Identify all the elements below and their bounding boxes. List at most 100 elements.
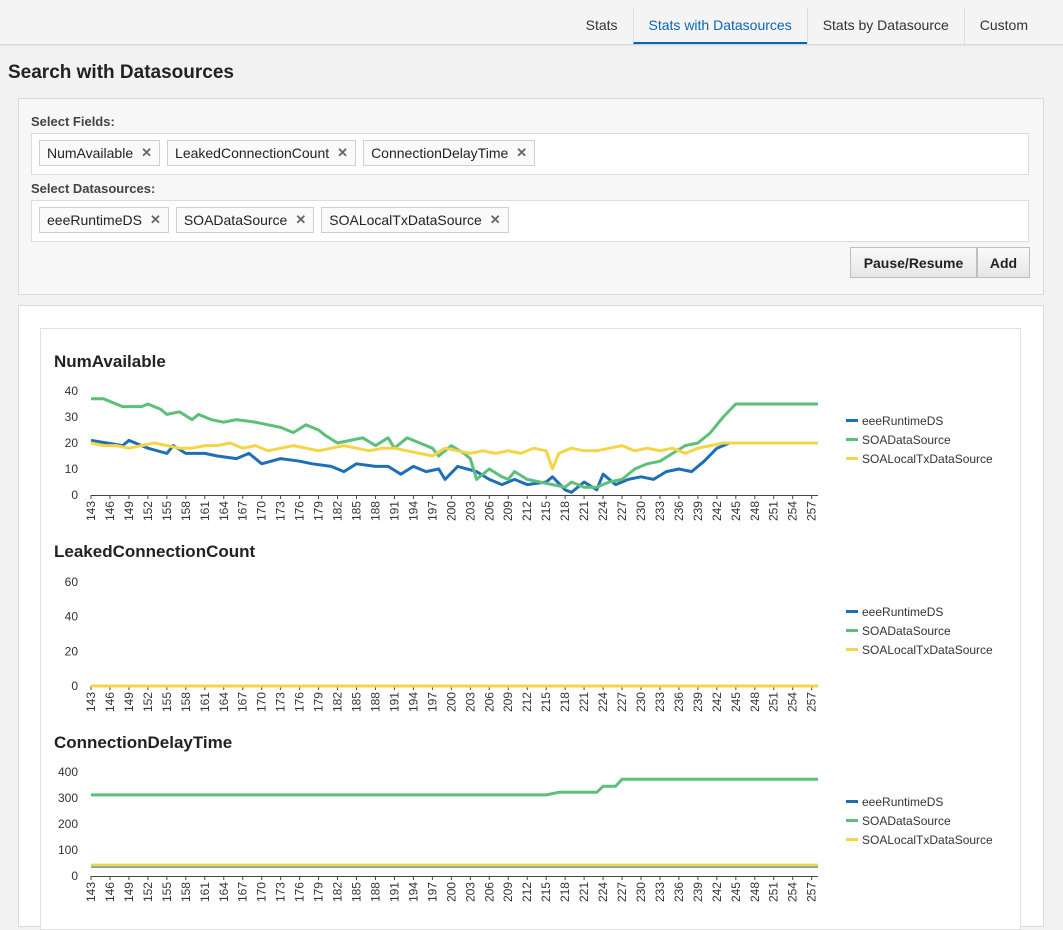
x-tick-label: 149: [122, 501, 136, 521]
x-tick-label: 197: [425, 692, 439, 712]
x-tick-label: 173: [274, 501, 288, 521]
x-tick-label: 179: [312, 501, 326, 521]
x-tick-label: 254: [786, 882, 800, 902]
y-tick-label: 300: [58, 791, 78, 805]
x-tick-label: 176: [293, 501, 307, 521]
x-tick-label: 239: [691, 501, 705, 521]
x-tick-label: 251: [767, 692, 781, 712]
legend-label: SOALocalTxDataSource: [862, 643, 993, 657]
legend-label: SOALocalTxDataSource: [862, 833, 993, 847]
y-tick-label: 20: [65, 644, 79, 658]
x-tick-label: 179: [312, 692, 326, 712]
chart-2: ConnectionDelayTime 0 100 200 300 400 143 146 14…: [54, 733, 993, 902]
x-tick-label: 152: [141, 692, 155, 712]
x-tick-label: 209: [501, 501, 515, 521]
x-tick-label: 146: [103, 882, 117, 902]
series-line-SOADataSource: [91, 397, 818, 489]
x-tick-label: 146: [103, 692, 117, 712]
x-tick-label: 200: [444, 692, 458, 712]
x-tick-label: 200: [444, 882, 458, 902]
x-tick-label: 233: [653, 501, 667, 521]
y-tick-label: 30: [65, 410, 79, 424]
x-tick-label: 257: [805, 501, 819, 521]
x-tick-label: 191: [387, 501, 401, 521]
x-tick-label: 170: [255, 692, 269, 712]
x-tick-label: 179: [312, 882, 326, 902]
x-tick-label: 233: [653, 692, 667, 712]
y-tick-label: 0: [71, 488, 78, 502]
x-tick-label: 185: [350, 882, 364, 902]
x-tick-label: 155: [160, 882, 174, 902]
x-tick-label: 221: [577, 501, 591, 521]
legend-swatch: [846, 438, 858, 441]
y-tick-label: 400: [58, 765, 78, 779]
x-tick-label: 233: [653, 882, 667, 902]
chart-0: NumAvailable 0 10 20 30 40 143 146 149 152 155 158 1…: [54, 352, 993, 521]
x-tick-label: 215: [539, 692, 553, 712]
x-tick-label: 230: [634, 692, 648, 712]
legend-label: eeeRuntimeDS: [862, 605, 943, 619]
chart-title: LeakedConnectionCount: [54, 542, 256, 561]
x-tick-label: 254: [786, 692, 800, 712]
x-tick-label: 188: [368, 692, 382, 712]
chart-title: NumAvailable: [54, 352, 166, 371]
x-tick-label: 176: [293, 692, 307, 712]
x-tick-label: 158: [179, 501, 193, 521]
x-tick-label: 248: [748, 882, 762, 902]
x-tick-label: 239: [691, 692, 705, 712]
x-tick-label: 164: [217, 501, 231, 521]
x-tick-label: 209: [501, 882, 515, 902]
legend-swatch: [846, 838, 858, 841]
y-tick-label: 0: [71, 679, 78, 693]
x-tick-label: 245: [729, 882, 743, 902]
x-tick-label: 230: [634, 882, 648, 902]
y-tick-label: 200: [58, 817, 78, 831]
x-tick-label: 212: [520, 692, 534, 712]
legend-swatch: [846, 457, 858, 460]
legend-label: eeeRuntimeDS: [862, 795, 943, 809]
legend-label: eeeRuntimeDS: [862, 414, 943, 428]
x-tick-label: 206: [482, 692, 496, 712]
legend-swatch: [846, 648, 858, 651]
legend-swatch: [846, 819, 858, 822]
x-tick-label: 209: [501, 692, 515, 712]
x-tick-label: 257: [805, 882, 819, 902]
x-tick-label: 245: [729, 501, 743, 521]
x-tick-label: 161: [198, 501, 212, 521]
x-tick-label: 152: [141, 882, 155, 902]
legend-label: SOADataSource: [862, 814, 951, 828]
y-tick-label: 100: [58, 843, 78, 857]
x-tick-label: 239: [691, 882, 705, 902]
x-tick-label: 227: [615, 692, 629, 712]
x-tick-label: 167: [236, 882, 250, 902]
x-tick-label: 236: [672, 501, 686, 521]
x-tick-label: 164: [217, 882, 231, 902]
x-tick-label: 149: [122, 692, 136, 712]
x-tick-label: 173: [274, 882, 288, 902]
x-tick-label: 203: [463, 882, 477, 902]
x-tick-label: 188: [368, 501, 382, 521]
x-tick-label: 251: [767, 882, 781, 902]
x-tick-label: 170: [255, 501, 269, 521]
series-line-SOADataSource: [91, 777, 818, 797]
legend-swatch: [846, 629, 858, 632]
x-tick-label: 185: [350, 692, 364, 712]
x-tick-label: 182: [331, 882, 345, 902]
x-tick-label: 230: [634, 501, 648, 521]
x-tick-label: 161: [198, 692, 212, 712]
x-tick-label: 176: [293, 882, 307, 902]
x-tick-label: 242: [710, 501, 724, 521]
legend-swatch: [846, 419, 858, 422]
x-tick-label: 206: [482, 501, 496, 521]
x-tick-label: 236: [672, 882, 686, 902]
x-tick-label: 251: [767, 501, 781, 521]
x-tick-label: 170: [255, 882, 269, 902]
x-tick-label: 188: [368, 882, 382, 902]
x-tick-label: 215: [539, 501, 553, 521]
x-tick-label: 212: [520, 501, 534, 521]
x-tick-label: 224: [596, 501, 610, 521]
x-tick-label: 167: [236, 692, 250, 712]
x-tick-label: 194: [406, 882, 420, 902]
x-tick-label: 173: [274, 692, 288, 712]
x-tick-label: 143: [84, 692, 98, 712]
